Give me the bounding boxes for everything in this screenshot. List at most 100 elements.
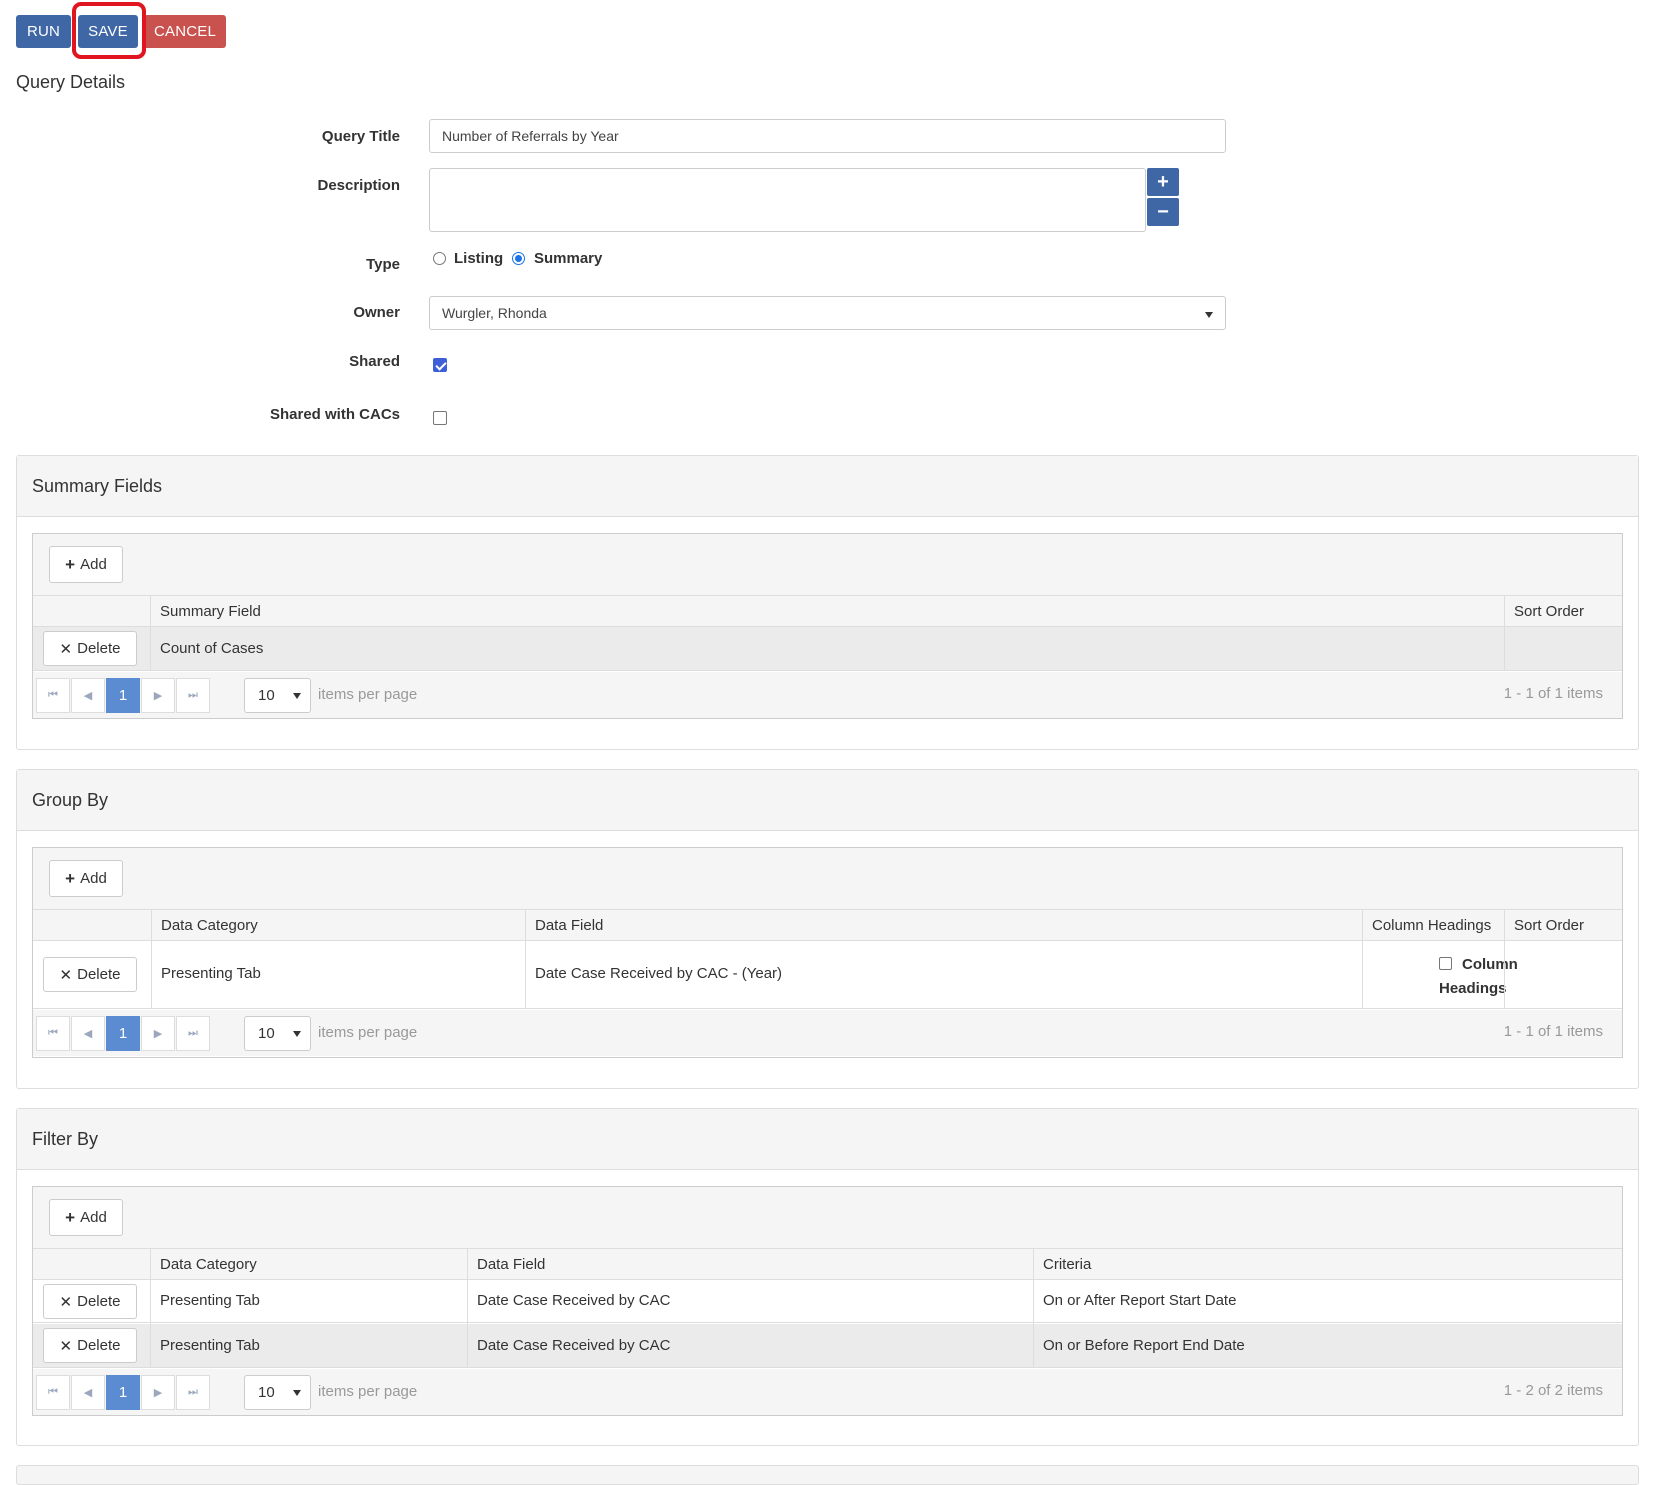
owner-value: Wurgler, Rhonda [442, 305, 547, 321]
summary-fields-header: Summary Fields [17, 456, 1638, 517]
filter-by-header-row: Data Category Data Field Criteria [33, 1249, 1622, 1280]
delete-button[interactable]: ✕ Delete [43, 1328, 137, 1363]
save-highlight-ring [72, 2, 146, 59]
page-size-value: 10 [258, 687, 275, 704]
last-page-icon[interactable]: ⏭ [176, 1375, 210, 1410]
delete-button[interactable]: ✕ Delete [43, 1284, 137, 1319]
add-label: Add [80, 870, 107, 887]
owner-select[interactable]: Wurgler, Rhonda [429, 296, 1226, 330]
criteria-cell: On or After Report Start Date [1043, 1292, 1237, 1309]
delete-button[interactable]: ✕ Delete [43, 631, 137, 666]
page-size-select[interactable]: 10 [244, 1375, 311, 1410]
shared-checkbox[interactable] [433, 358, 447, 372]
column-header-data-category[interactable]: Data Category [152, 910, 258, 941]
add-filter-button[interactable]: + Add [49, 1199, 123, 1236]
shared-with-cacs-checkbox[interactable] [433, 411, 447, 425]
group-by-toolbar: + Add [33, 848, 1622, 910]
data-category-cell: Presenting Tab [160, 1292, 260, 1309]
items-per-page-label: items per page [318, 1024, 418, 1041]
group-by-header: Group By [17, 770, 1638, 831]
column-divider [1362, 910, 1363, 1009]
plus-icon: + [65, 868, 76, 888]
filter-by-grid: + Add Data Category Data Field Criteria ✕… [32, 1186, 1623, 1416]
type-listing-label[interactable]: Listing [454, 250, 503, 267]
chevron-down-icon [293, 1390, 301, 1396]
column-header-sort-order[interactable]: Sort Order [1505, 910, 1584, 941]
expand-description-button[interactable]: + [1147, 168, 1179, 196]
delete-label: Delete [77, 1337, 121, 1354]
last-page-icon[interactable]: ⏭ [176, 678, 210, 713]
data-category-cell: Presenting Tab [161, 965, 261, 982]
page-size-value: 10 [258, 1384, 275, 1401]
pager-info: 1 - 1 of 1 items [1503, 685, 1603, 702]
delete-button[interactable]: ✕ Delete [43, 957, 137, 992]
close-icon: ✕ [59, 640, 73, 658]
add-group-by-button[interactable]: + Add [49, 860, 123, 897]
column-headings-label-line2: Headings [1439, 980, 1507, 997]
page-size-value: 10 [258, 1025, 275, 1042]
type-label: Type [366, 256, 400, 273]
summary-field-cell: Count of Cases [160, 640, 264, 657]
minus-icon: − [1157, 200, 1169, 223]
chevron-down-icon [293, 693, 301, 699]
column-header-criteria[interactable]: Criteria [1034, 1249, 1091, 1280]
column-divider [1504, 910, 1505, 1009]
cancel-button[interactable]: CANCEL [144, 15, 226, 48]
type-summary-label[interactable]: Summary [534, 250, 602, 267]
plus-icon: + [65, 1207, 76, 1227]
pager-info: 1 - 2 of 2 items [1503, 1382, 1603, 1399]
shared-with-cacs-label: Shared with CACs [269, 406, 400, 423]
column-headings-checkbox[interactable] [1439, 957, 1452, 970]
column-divider [467, 1249, 468, 1368]
summary-fields-grid: + Add Summary Field Sort Order ✕ Delete Co… [32, 533, 1623, 719]
page-button[interactable]: 1 [106, 678, 140, 713]
group-by-pager: ⏮ ◀ 1 ▶ ⏭ 10 items per page 1 - 1 of 1 i… [33, 1010, 1622, 1056]
column-header-data-field[interactable]: Data Field [468, 1249, 545, 1280]
filter-by-title: Filter By [32, 1129, 99, 1149]
column-header-summary-field[interactable]: Summary Field [151, 596, 261, 627]
summary-fields-panel: Summary Fields + Add Summary Field Sort O… [16, 455, 1639, 750]
next-page-icon[interactable]: ▶ [141, 1016, 175, 1051]
prev-page-icon[interactable]: ◀ [71, 678, 105, 713]
collapse-description-button[interactable]: − [1147, 198, 1179, 226]
data-field-cell: Date Case Received by CAC - (Year) [535, 965, 783, 982]
first-page-icon[interactable]: ⏮ [36, 1375, 70, 1410]
add-summary-field-button[interactable]: + Add [49, 546, 123, 583]
prev-page-icon[interactable]: ◀ [71, 1016, 105, 1051]
table-row: ✕ Delete Presenting Tab Date Case Receive… [33, 1324, 1622, 1368]
type-listing-radio[interactable] [433, 252, 446, 265]
type-summary-radio[interactable] [512, 252, 525, 265]
column-header-data-field[interactable]: Data Field [526, 910, 603, 941]
table-row: ✕ Delete Presenting Tab Date Case Receive… [33, 1280, 1622, 1323]
delete-label: Delete [77, 1293, 121, 1310]
first-page-icon[interactable]: ⏮ [36, 678, 70, 713]
page-button[interactable]: 1 [106, 1375, 140, 1410]
description-textarea[interactable] [429, 168, 1146, 232]
group-by-title: Group By [32, 790, 109, 810]
next-page-icon[interactable]: ▶ [141, 1375, 175, 1410]
prev-page-icon[interactable]: ◀ [71, 1375, 105, 1410]
column-header-column-headings[interactable]: Column Headings [1363, 910, 1491, 941]
column-header-data-category[interactable]: Data Category [151, 1249, 257, 1280]
next-page-icon[interactable]: ▶ [141, 678, 175, 713]
column-divider [1033, 1249, 1034, 1368]
query-title-input[interactable]: Number of Referrals by Year [429, 119, 1226, 153]
last-page-icon[interactable]: ⏭ [176, 1016, 210, 1051]
first-page-icon[interactable]: ⏮ [36, 1016, 70, 1051]
add-label: Add [80, 1209, 107, 1226]
page-button[interactable]: 1 [106, 1016, 140, 1051]
plus-icon: + [1157, 170, 1169, 193]
close-icon: ✕ [59, 1337, 73, 1355]
delete-label: Delete [77, 966, 121, 983]
shared-label: Shared [349, 353, 400, 370]
plus-icon: + [65, 554, 76, 574]
run-button[interactable]: RUN [16, 15, 71, 48]
items-per-page-label: items per page [318, 1383, 418, 1400]
page-size-select[interactable]: 10 [244, 678, 311, 713]
column-divider [151, 910, 152, 1009]
column-headings-label-line1: Column [1462, 956, 1518, 973]
column-header-sort-order[interactable]: Sort Order [1505, 596, 1584, 627]
next-panel-edge [16, 1465, 1639, 1485]
page-size-select[interactable]: 10 [244, 1016, 311, 1051]
pager-info: 1 - 1 of 1 items [1503, 1023, 1603, 1040]
